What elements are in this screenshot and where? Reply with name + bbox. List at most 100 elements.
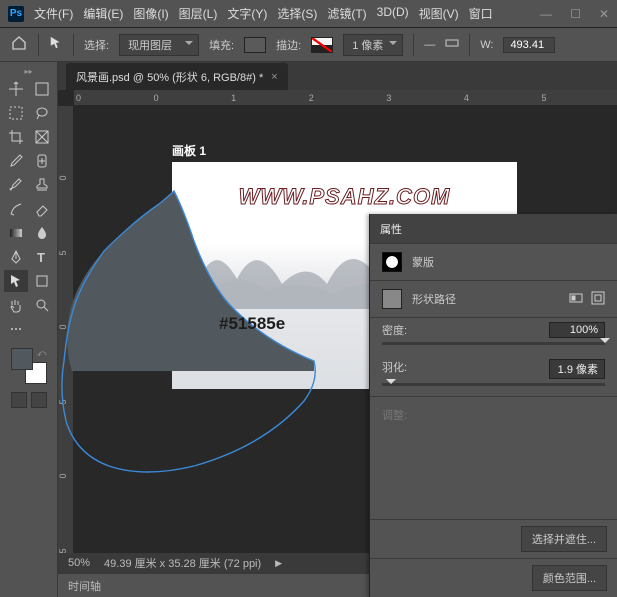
heal-tool[interactable] <box>30 150 54 172</box>
stroke-swatch[interactable] <box>311 37 333 53</box>
properties-panel: 属性 蒙版 形状路径 密度: 100% 羽化: 1.9 像素 调整: 选择并遮住… <box>369 214 617 597</box>
ruler-vertical: 050505 <box>58 106 74 553</box>
dash-icon[interactable]: — <box>424 39 435 51</box>
pen-tool[interactable] <box>4 246 28 268</box>
gradient-tool[interactable] <box>4 222 28 244</box>
color-swatches[interactable]: ⤺ <box>11 348 47 384</box>
screen-mode-icon[interactable] <box>31 392 47 408</box>
shape-thumb-icon[interactable] <box>382 289 402 309</box>
stroke-width-dropdown[interactable]: 1 像素 <box>343 34 403 56</box>
shape-path-label: 形状路径 <box>412 291 456 307</box>
window-controls: — ☐ ✕ <box>540 7 609 21</box>
density-row: 密度: 100% <box>370 318 617 355</box>
blur-tool[interactable] <box>30 222 54 244</box>
separator <box>469 34 470 56</box>
menu-file[interactable]: 文件(F) <box>34 5 73 22</box>
title-bar: Ps 文件(F) 编辑(E) 图像(I) 图层(L) 文字(Y) 选择(S) 滤… <box>0 0 617 28</box>
foreground-color[interactable] <box>11 348 33 370</box>
menu-layer[interactable]: 图层(L) <box>179 5 218 22</box>
toolbox-expand-icon[interactable]: ▸▸ <box>4 66 53 76</box>
eyedropper-tool[interactable] <box>4 150 28 172</box>
menu-window[interactable]: 窗口 <box>469 5 493 22</box>
tab-title: 风景画.psd @ 50% (形状 6, RGB/8#) * <box>76 69 263 85</box>
separator <box>413 34 414 56</box>
stamp-tool[interactable] <box>30 174 54 196</box>
panel-footer-1: 选择并遮住... <box>370 519 617 558</box>
fill-label: 填充: <box>209 37 234 53</box>
width-input[interactable]: 493.41 <box>503 37 555 53</box>
tab-close-icon[interactable]: × <box>271 71 277 83</box>
options-bar: 选择: 现用图层 填充: 描边: 1 像素 — W: 493.41 <box>0 28 617 62</box>
doc-dimensions: 49.39 厘米 x 35.28 厘米 (72 ppi) <box>104 555 261 571</box>
menu-select[interactable]: 选择(S) <box>277 5 317 22</box>
menu-view[interactable]: 视图(V) <box>419 5 459 22</box>
toolbox: ▸▸ T ⤺ <box>0 62 58 597</box>
color-range-button[interactable]: 颜色范围... <box>532 565 607 591</box>
quick-mask-toggles <box>11 392 47 408</box>
select-and-mask-button[interactable]: 选择并遮住... <box>521 526 607 552</box>
marquee-tool[interactable] <box>4 102 28 124</box>
density-label: 密度: <box>382 322 407 338</box>
lasso-tool[interactable] <box>30 102 54 124</box>
shape-tool[interactable] <box>30 270 54 292</box>
svg-text:T: T <box>37 250 45 265</box>
mask-thumb-icon[interactable] <box>382 252 402 272</box>
document-tab[interactable]: 风景画.psd @ 50% (形状 6, RGB/8#) * × <box>66 63 288 90</box>
eraser-tool[interactable] <box>30 198 54 220</box>
select-label: 选择: <box>84 37 109 53</box>
menu-type[interactable]: 文字(Y) <box>227 5 267 22</box>
home-icon[interactable] <box>10 35 28 54</box>
type-tool[interactable]: T <box>30 246 54 268</box>
menu-3d[interactable]: 3D(D) <box>377 5 409 22</box>
fill-swatch[interactable] <box>244 37 266 53</box>
stroke-label: 描边: <box>276 37 301 53</box>
app-icon: Ps <box>8 6 24 22</box>
density-slider[interactable] <box>382 342 605 345</box>
move-tool[interactable] <box>4 78 28 100</box>
crop-tool[interactable] <box>4 126 28 148</box>
document-tabbar: 风景画.psd @ 50% (形状 6, RGB/8#) * × <box>58 62 617 90</box>
main-menu: 文件(F) 编辑(E) 图像(I) 图层(L) 文字(Y) 选择(S) 滤镜(T… <box>34 5 540 22</box>
w-label: W: <box>480 39 493 51</box>
path-select-icon[interactable] <box>49 36 63 53</box>
swap-colors-icon[interactable]: ⤺ <box>37 348 47 359</box>
pixel-mask-icon[interactable] <box>569 291 583 308</box>
mask-header-row: 蒙版 <box>370 244 617 280</box>
hand-tool[interactable] <box>4 294 28 316</box>
status-arrow-icon[interactable]: ▶ <box>275 558 282 569</box>
panel-title[interactable]: 属性 <box>370 214 617 244</box>
menu-image[interactable]: 图像(I) <box>133 5 168 22</box>
vector-mask-icon[interactable] <box>591 291 605 308</box>
density-value[interactable]: 100% <box>549 322 605 338</box>
quick-mask-icon[interactable] <box>11 392 27 408</box>
path-select-tool[interactable] <box>4 270 28 292</box>
menu-filter[interactable]: 滤镜(T) <box>327 5 366 22</box>
menu-edit[interactable]: 编辑(E) <box>83 5 123 22</box>
mask-label: 蒙版 <box>412 254 434 270</box>
watermark-text: WWW.PSAHZ.COM <box>239 184 451 210</box>
zoom-tool[interactable] <box>30 294 54 316</box>
history-brush-tool[interactable] <box>4 198 28 220</box>
artboard-tool[interactable] <box>30 78 54 100</box>
artboard-label[interactable]: 画板 1 <box>172 142 206 159</box>
feather-label: 羽化: <box>382 359 407 379</box>
align-icon[interactable] <box>445 36 459 53</box>
hex-annotation: #51585e <box>219 314 285 334</box>
ruler-horizontal: 0012345 <box>74 90 617 106</box>
frame-tool[interactable] <box>30 126 54 148</box>
ellipsis-tool[interactable] <box>4 318 28 340</box>
panel-footer-2: 颜色范围... <box>370 558 617 597</box>
maximize-icon[interactable]: ☐ <box>570 7 581 21</box>
feather-row: 羽化: 1.9 像素 <box>370 355 617 396</box>
separator <box>38 34 39 56</box>
feather-value[interactable]: 1.9 像素 <box>549 359 605 379</box>
zoom-level[interactable]: 50% <box>68 557 90 569</box>
minimize-icon[interactable]: — <box>540 7 552 21</box>
feather-slider[interactable] <box>382 383 605 386</box>
adjust-label: 调整: <box>370 397 617 433</box>
select-dropdown[interactable]: 现用图层 <box>119 34 199 56</box>
separator <box>73 34 74 56</box>
brush-tool[interactable] <box>4 174 28 196</box>
close-icon[interactable]: ✕ <box>599 7 609 21</box>
shape-path-row: 形状路径 <box>370 281 617 317</box>
